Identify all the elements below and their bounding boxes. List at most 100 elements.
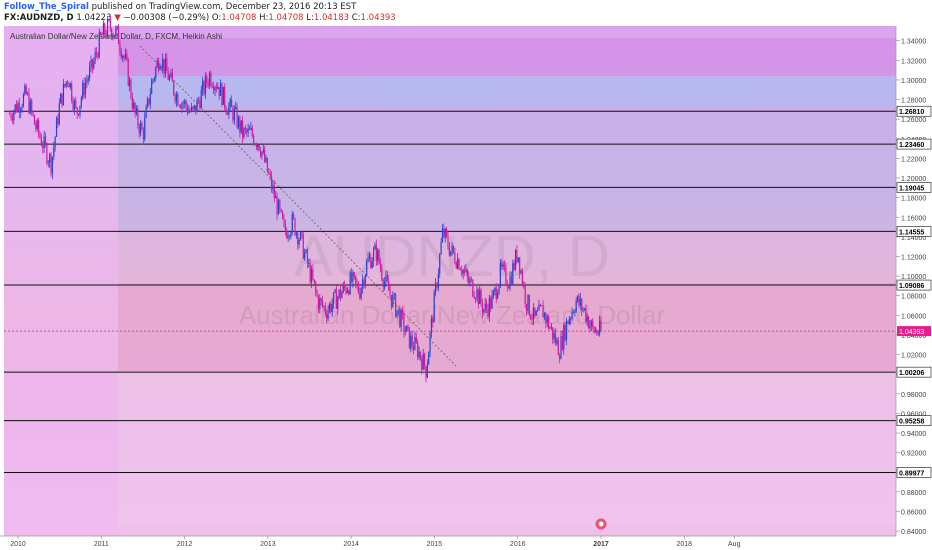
candle-body [79, 105, 81, 116]
candle-body [346, 290, 348, 293]
candle-body [35, 124, 37, 129]
time-axis[interactable] [0, 536, 932, 550]
candle-body [77, 114, 80, 116]
candle-body [459, 269, 462, 271]
candle-body [349, 272, 351, 295]
candle-body [291, 214, 293, 233]
candle-body [82, 82, 84, 98]
candle-body [112, 35, 114, 38]
candle-body [195, 105, 197, 113]
candle-body [525, 303, 528, 311]
candle-body [520, 270, 522, 274]
candle-body [84, 82, 87, 95]
candle-body [64, 83, 66, 87]
candle-body [293, 214, 295, 219]
candle-body [179, 105, 182, 109]
candle-body [173, 81, 175, 95]
candle-body [29, 100, 31, 114]
candle-body [272, 185, 274, 190]
x-tick-label: Aug [728, 541, 741, 548]
candle-body [275, 196, 277, 199]
candle-body [345, 287, 347, 293]
candle-body [133, 102, 135, 109]
candle-body [432, 318, 434, 323]
candle-body [149, 93, 151, 105]
candle-body [407, 325, 409, 328]
candle-body [228, 106, 230, 115]
candle-body [430, 318, 433, 333]
candle-body [419, 351, 422, 359]
candle-body [570, 318, 572, 320]
candle-body [221, 83, 223, 105]
candle-body [411, 335, 413, 347]
candle-body [108, 19, 110, 21]
candle-body [251, 127, 253, 136]
candle-body [204, 76, 207, 94]
candle-body [126, 54, 128, 59]
candle-body [72, 101, 74, 110]
candle-body [355, 275, 357, 283]
candle-body [273, 185, 275, 199]
candle-body [433, 291, 435, 323]
candle-body [554, 333, 557, 344]
candle-body [550, 327, 552, 328]
candle-body [281, 211, 284, 219]
candle-body [450, 251, 452, 256]
candle-body [170, 72, 172, 77]
candle-body [567, 320, 569, 324]
candle-body [144, 117, 146, 139]
level-label: 1.00206 [899, 370, 924, 377]
candle-body [543, 312, 546, 318]
candle-body [298, 240, 300, 245]
candle-body [494, 287, 496, 292]
candle-body [302, 234, 304, 259]
candle-body [189, 110, 191, 112]
candle-body [390, 295, 393, 307]
candle-body [44, 136, 47, 145]
candle-body [305, 249, 307, 253]
candle-body [60, 93, 62, 104]
candle-body [406, 325, 408, 332]
y-tick-label: 1.22000 [901, 156, 926, 163]
candle-body [159, 66, 161, 70]
candle-body [22, 94, 25, 107]
candle-body [334, 289, 336, 293]
candle-body [164, 58, 167, 74]
candle-body [62, 83, 65, 105]
candle-body [466, 269, 468, 277]
candle-body [53, 146, 55, 157]
candle-body [131, 97, 133, 109]
candle-body [24, 85, 26, 95]
candle-body [265, 157, 267, 162]
candle-body [111, 28, 113, 38]
candle-body [399, 309, 401, 327]
candle-body [585, 308, 587, 322]
candle-body [162, 59, 164, 69]
candle-body [294, 218, 296, 236]
candle-body [95, 52, 98, 54]
candle-body [473, 296, 475, 299]
current-price-label: 1.04393 [899, 329, 924, 336]
candle-body [364, 275, 366, 286]
y-tick-label: 1.32000 [901, 58, 926, 65]
level-label: 1.19045 [899, 185, 924, 192]
candle-body [565, 320, 568, 340]
candle-body [280, 209, 282, 212]
candle-body [217, 86, 219, 89]
candle-body [106, 19, 109, 36]
candle-body [414, 337, 416, 350]
candle-body [268, 171, 270, 174]
price-chart[interactable]: AUDNZD, D Australian Dollar/New Zealand … [0, 0, 932, 550]
candle-body [91, 59, 93, 68]
candle-body [586, 316, 588, 322]
candle-body [335, 289, 337, 309]
candle-body [196, 99, 198, 113]
candle-body [530, 315, 532, 320]
candle-body [313, 279, 315, 283]
candle-body [239, 117, 241, 133]
candle-body [444, 229, 446, 238]
candle-body [523, 284, 525, 286]
candle-body [503, 264, 506, 266]
candle-body [513, 263, 515, 270]
candle-body [186, 107, 189, 114]
